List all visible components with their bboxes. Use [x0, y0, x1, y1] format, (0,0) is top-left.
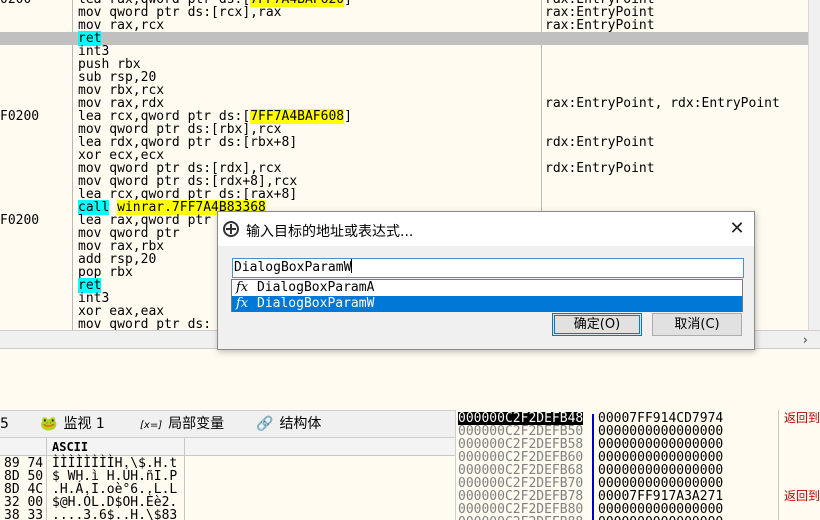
disasm-comment: rax:EntryPoint [545, 18, 655, 33]
disasm-comment: rax:EntryPoint, rdx:EntryPoint [545, 96, 780, 111]
disasm-row[interactable]: mov rax,rcx rax:EntryPoint [0, 19, 808, 32]
function-icon: fx [236, 296, 249, 311]
tab-label: 5 [0, 416, 9, 432]
disassembly-vertical-scrollbar[interactable] [808, 0, 820, 330]
info-pane [0, 348, 820, 410]
autocomplete-item[interactable]: fx DialogBoxParamA [232, 280, 742, 296]
dialog-title: 输入目标的地址或表达式... [246, 224, 414, 240]
dump-hex-bytes: 38 33 [4, 508, 44, 520]
expression-input[interactable]: DialogBoxParamW [232, 258, 744, 278]
ok-button[interactable]: 确定(O) [552, 313, 642, 336]
stack-row[interactable]: 000000C2F2DEFB88 0000000000000000 [456, 516, 820, 520]
stack-comment: 返回到 [784, 411, 820, 425]
disasm-row[interactable]: ret [0, 31, 808, 46]
instruction-token: ] [344, 109, 352, 124]
instruction-token: mov qword ptr ds: [78, 317, 212, 330]
dump-header-ascii: ASCII [52, 440, 89, 454]
close-icon[interactable]: ✕ [726, 218, 748, 240]
tab-struct[interactable]: 🔗 结构体 [256, 411, 321, 438]
tab-label: 监视 1 [63, 416, 105, 432]
crosshair-icon [223, 221, 239, 237]
dump-ascii: ....3.6$..H.\$83 [52, 508, 178, 520]
function-icon: fx [236, 280, 249, 295]
disasm-comment: rdx:EntryPoint [545, 135, 655, 150]
autocomplete-item-label: DialogBoxParamA [257, 280, 375, 295]
memory-dump-view[interactable]: ASCII 89 74 ÌÌÌÌÌÌÌÌH.\$.H.t 8D 50 $ WH.ì H… [0, 438, 455, 520]
disasm-instruction: mov qword ptr ds: [78, 318, 211, 330]
chevron-right-icon[interactable]: › [803, 333, 808, 348]
frog-icon: 🐸 [40, 416, 58, 432]
bottom-tab-strip: 5 🐸 监视 1 [x=] 局部变量 🔗 结构体 [0, 410, 455, 438]
dialog-titlebar: 输入目标的地址或表达式... ✕ [218, 212, 754, 246]
autocomplete-list: fx DialogBoxParamA fx DialogBoxParamW [231, 279, 743, 312]
expression-input-value: DialogBoxParamW [234, 260, 352, 275]
disasm-comment: rdx:EntryPoint [545, 161, 655, 176]
tab-locals[interactable]: [x=] 局部变量 [140, 411, 224, 438]
stack-comment: 返回到 [784, 489, 820, 503]
tab-label: 结构体 [279, 416, 322, 432]
struct-icon: 🔗 [256, 416, 274, 432]
text-caret [351, 259, 353, 273]
debugger-window: 0200lea rax,qword ptr ds:[7FF7A4BAF620]r… [0, 0, 820, 520]
autocomplete-item-label: DialogBoxParamW [257, 296, 375, 311]
stack-value: 0000000000000000 [598, 516, 723, 520]
cancel-button[interactable]: 取消(C) [652, 313, 742, 336]
variable-icon: [x=] [140, 420, 163, 431]
stack-view[interactable]: 000000C2F2DEFB48 00007FF914CD7974 返回到 00000… [455, 410, 820, 520]
tab-label: 局部变量 [168, 416, 225, 432]
disasm-address: F0200 [0, 109, 40, 124]
dump-header: ASCII [0, 438, 455, 456]
tab-5[interactable]: 5 [0, 411, 9, 438]
tab-watch-1[interactable]: 🐸 监视 1 [40, 411, 105, 438]
stack-address: 000000C2F2DEFB88 [458, 516, 583, 520]
autocomplete-item[interactable]: fx DialogBoxParamW [232, 296, 742, 312]
disasm-address: F0200 [0, 213, 40, 228]
dump-row[interactable]: 38 33 ....3.6$..H.\$83 [0, 508, 455, 520]
